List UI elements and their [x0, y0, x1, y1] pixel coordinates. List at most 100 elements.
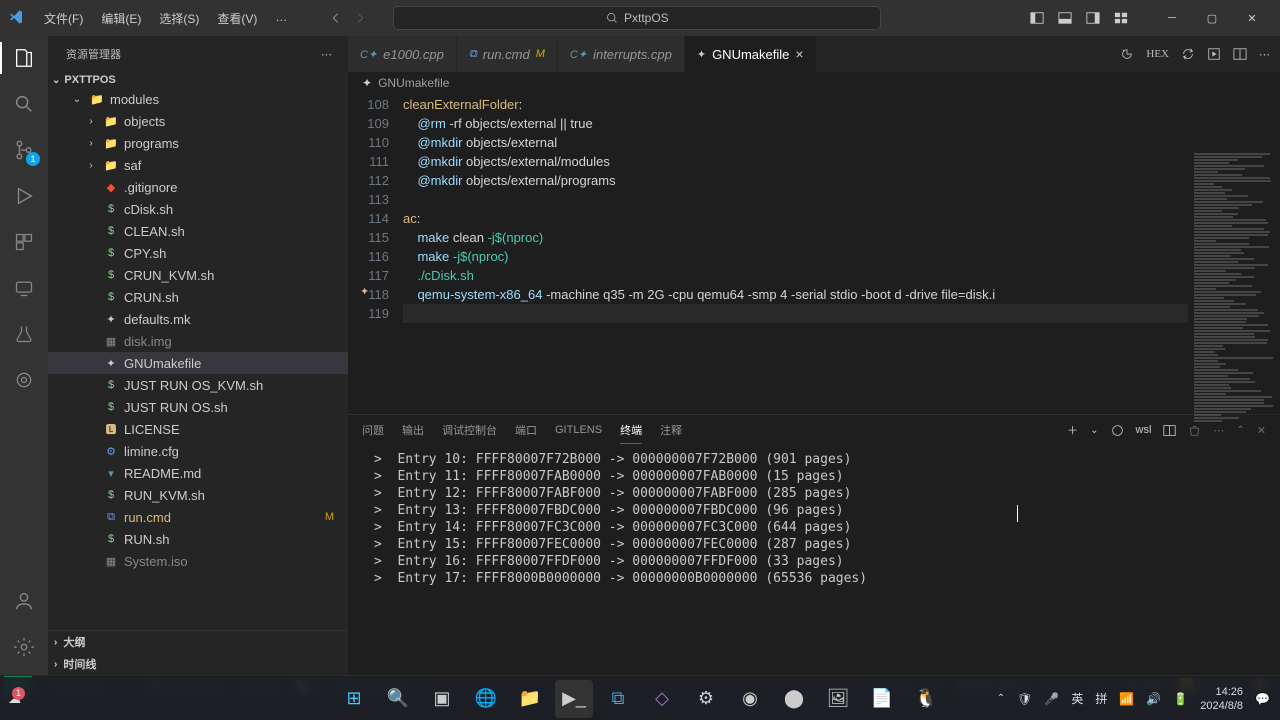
menu-file[interactable]: 文件(F)	[36, 6, 91, 31]
panel-tab-2[interactable]: 调试控制台	[442, 417, 497, 443]
tray-ime2[interactable]: 拼	[1095, 690, 1107, 707]
explorer-more-icon[interactable]: ⋯	[321, 48, 332, 61]
activity-account[interactable]	[10, 587, 38, 615]
terminal-dropdown-icon[interactable]: ⌄	[1090, 420, 1098, 441]
file-System.iso[interactable]: ▦System.iso	[48, 550, 348, 572]
app-vs[interactable]: ◇	[643, 680, 681, 718]
minimap[interactable]	[1190, 152, 1280, 472]
file-JUST RUN OS_KVM.sh[interactable]: $JUST RUN OS_KVM.sh	[48, 374, 348, 396]
task-view[interactable]: ▣	[423, 680, 461, 718]
nav-forward-icon[interactable]	[353, 11, 367, 25]
panel-tab-6[interactable]: 注释	[660, 417, 682, 443]
activity-settings[interactable]	[10, 633, 38, 661]
activity-remote[interactable]	[10, 274, 38, 302]
layout-right-icon[interactable]	[1086, 11, 1100, 25]
ai-spark-icon[interactable]: ✦	[360, 285, 369, 298]
tray-ime1[interactable]: 英	[1071, 690, 1083, 707]
file-JUST RUN OS.sh[interactable]: $JUST RUN OS.sh	[48, 396, 348, 418]
file-RUN.sh[interactable]: $RUN.sh	[48, 528, 348, 550]
activity-test[interactable]	[10, 320, 38, 348]
run-icon[interactable]	[1207, 47, 1221, 61]
app-edge[interactable]: 🌐	[467, 680, 505, 718]
folder-modules[interactable]: ⌄📁modules	[48, 88, 348, 110]
file-.gitignore[interactable]: ◆.gitignore	[48, 176, 348, 198]
menu-edit[interactable]: 编辑(E)	[93, 6, 149, 31]
tray-volume-icon[interactable]: 🔊	[1146, 692, 1161, 706]
nav-back-icon[interactable]	[329, 11, 343, 25]
folder-saf[interactable]: ›📁saf	[48, 154, 348, 176]
file-disk.img[interactable]: ▦disk.img	[48, 330, 348, 352]
panel-tab-4[interactable]: GITLENS	[555, 419, 602, 441]
split-icon[interactable]	[1233, 47, 1247, 61]
tab-GNUmakefile[interactable]: ✦GNUmakefile×	[685, 36, 817, 72]
minimize-button[interactable]: ─	[1152, 3, 1192, 33]
tab-e1000.cpp[interactable]: C✦e1000.cpp	[348, 36, 457, 72]
app-vscode[interactable]: ⧉	[599, 680, 637, 718]
layout-bottom-icon[interactable]	[1058, 11, 1072, 25]
file-GNUmakefile[interactable]: ✦GNUmakefile	[48, 352, 348, 374]
menu-select[interactable]: 选择(S)	[151, 6, 207, 31]
tray-clock[interactable]: 14:262024/8/8	[1200, 685, 1243, 713]
activity-extensions[interactable]	[10, 228, 38, 256]
timeline-icon[interactable]	[1120, 47, 1134, 61]
file-run.cmd[interactable]: ⧉run.cmdM	[48, 506, 348, 528]
tray-wifi-icon[interactable]: 📶	[1119, 692, 1134, 706]
app-terminal[interactable]: ▶_	[555, 680, 593, 718]
layout-left-icon[interactable]	[1030, 11, 1044, 25]
file-cDisk.sh[interactable]: $cDisk.sh	[48, 198, 348, 220]
menu-more[interactable]: …	[267, 6, 295, 31]
menu-view[interactable]: 查看(V)	[209, 6, 265, 31]
folder-programs[interactable]: ›📁programs	[48, 132, 348, 154]
panel-tab-5[interactable]: 终端	[620, 417, 642, 444]
file-LICENSE[interactable]: 🅻LICENSE	[48, 418, 348, 440]
layout-grid-icon[interactable]	[1114, 11, 1128, 25]
tray-mic-icon[interactable]: 🎤	[1044, 692, 1059, 706]
activity-gitlens[interactable]	[10, 366, 38, 394]
file-defaults.mk[interactable]: ✦defaults.mk	[48, 308, 348, 330]
split-terminal-icon[interactable]	[1163, 424, 1176, 437]
tab-run.cmd[interactable]: ⧉run.cmdM	[457, 36, 558, 72]
timeline-section[interactable]: ›时间线	[48, 653, 348, 675]
activity-explorer[interactable]	[10, 44, 38, 72]
command-center[interactable]: PxttpOS	[393, 6, 881, 30]
file-CRUN_KVM.sh[interactable]: $CRUN_KVM.sh	[48, 264, 348, 286]
terminal-output[interactable]: > Entry 10: FFFF80007F72B000 -> 00000000…	[348, 445, 1280, 675]
file-CRUN.sh[interactable]: $CRUN.sh	[48, 286, 348, 308]
close-button[interactable]: ✕	[1232, 3, 1272, 33]
taskbar-search[interactable]: 🔍	[379, 680, 417, 718]
file-limine.cfg[interactable]: ⚙limine.cfg	[48, 440, 348, 462]
tray-battery-icon[interactable]: 🔋	[1173, 692, 1188, 706]
file-CPY.sh[interactable]: $CPY.sh	[48, 242, 348, 264]
tray-security-icon[interactable]: 🛡	[1017, 692, 1032, 706]
tab-more-icon[interactable]: ⋯	[1259, 48, 1270, 61]
outline-section[interactable]: ›大纲	[48, 631, 348, 653]
new-terminal-icon[interactable]: ＋	[1067, 417, 1078, 443]
close-tab-icon[interactable]: ×	[795, 46, 803, 62]
code-editor[interactable]: ✦ 108 109 110 111 112 113 114 115 116 11…	[348, 94, 1280, 414]
panel-tab-1[interactable]: 输出	[402, 417, 424, 443]
hex-label[interactable]: HEX	[1146, 48, 1169, 60]
folder-objects[interactable]: ›📁objects	[48, 110, 348, 132]
tray-notifications-icon[interactable]: 💬	[1255, 692, 1270, 706]
start-button[interactable]: ⊞	[335, 680, 373, 718]
breadcrumb[interactable]: ✦ GNUmakefile	[348, 72, 1280, 94]
panel-tab-0[interactable]: 问题	[362, 417, 384, 443]
maximize-button[interactable]: ▢	[1192, 3, 1232, 33]
app-notepad[interactable]: 📄	[863, 680, 901, 718]
activity-debug[interactable]	[10, 182, 38, 210]
app-chrome[interactable]: ◉	[731, 680, 769, 718]
diff-icon[interactable]	[1181, 47, 1195, 61]
app-explorer[interactable]: 📁	[511, 680, 549, 718]
explorer-root[interactable]: ⌄PXTTPOS	[48, 72, 348, 88]
file-README.md[interactable]: ▾README.md	[48, 462, 348, 484]
app-linux[interactable]: 🐧	[907, 680, 945, 718]
file-CLEAN.sh[interactable]: $CLEAN.sh	[48, 220, 348, 242]
taskbar-weather[interactable]: ☁1	[8, 691, 21, 707]
app-steam[interactable]: ⚙	[687, 680, 725, 718]
activity-search[interactable]	[10, 90, 38, 118]
app-obs[interactable]: ⬤	[775, 680, 813, 718]
tray-expand-icon[interactable]: ⌃	[997, 693, 1005, 704]
file-RUN_KVM.sh[interactable]: $RUN_KVM.sh	[48, 484, 348, 506]
panel-tab-3[interactable]: 端口	[515, 417, 537, 443]
app-images[interactable]: 🖼	[819, 680, 857, 718]
